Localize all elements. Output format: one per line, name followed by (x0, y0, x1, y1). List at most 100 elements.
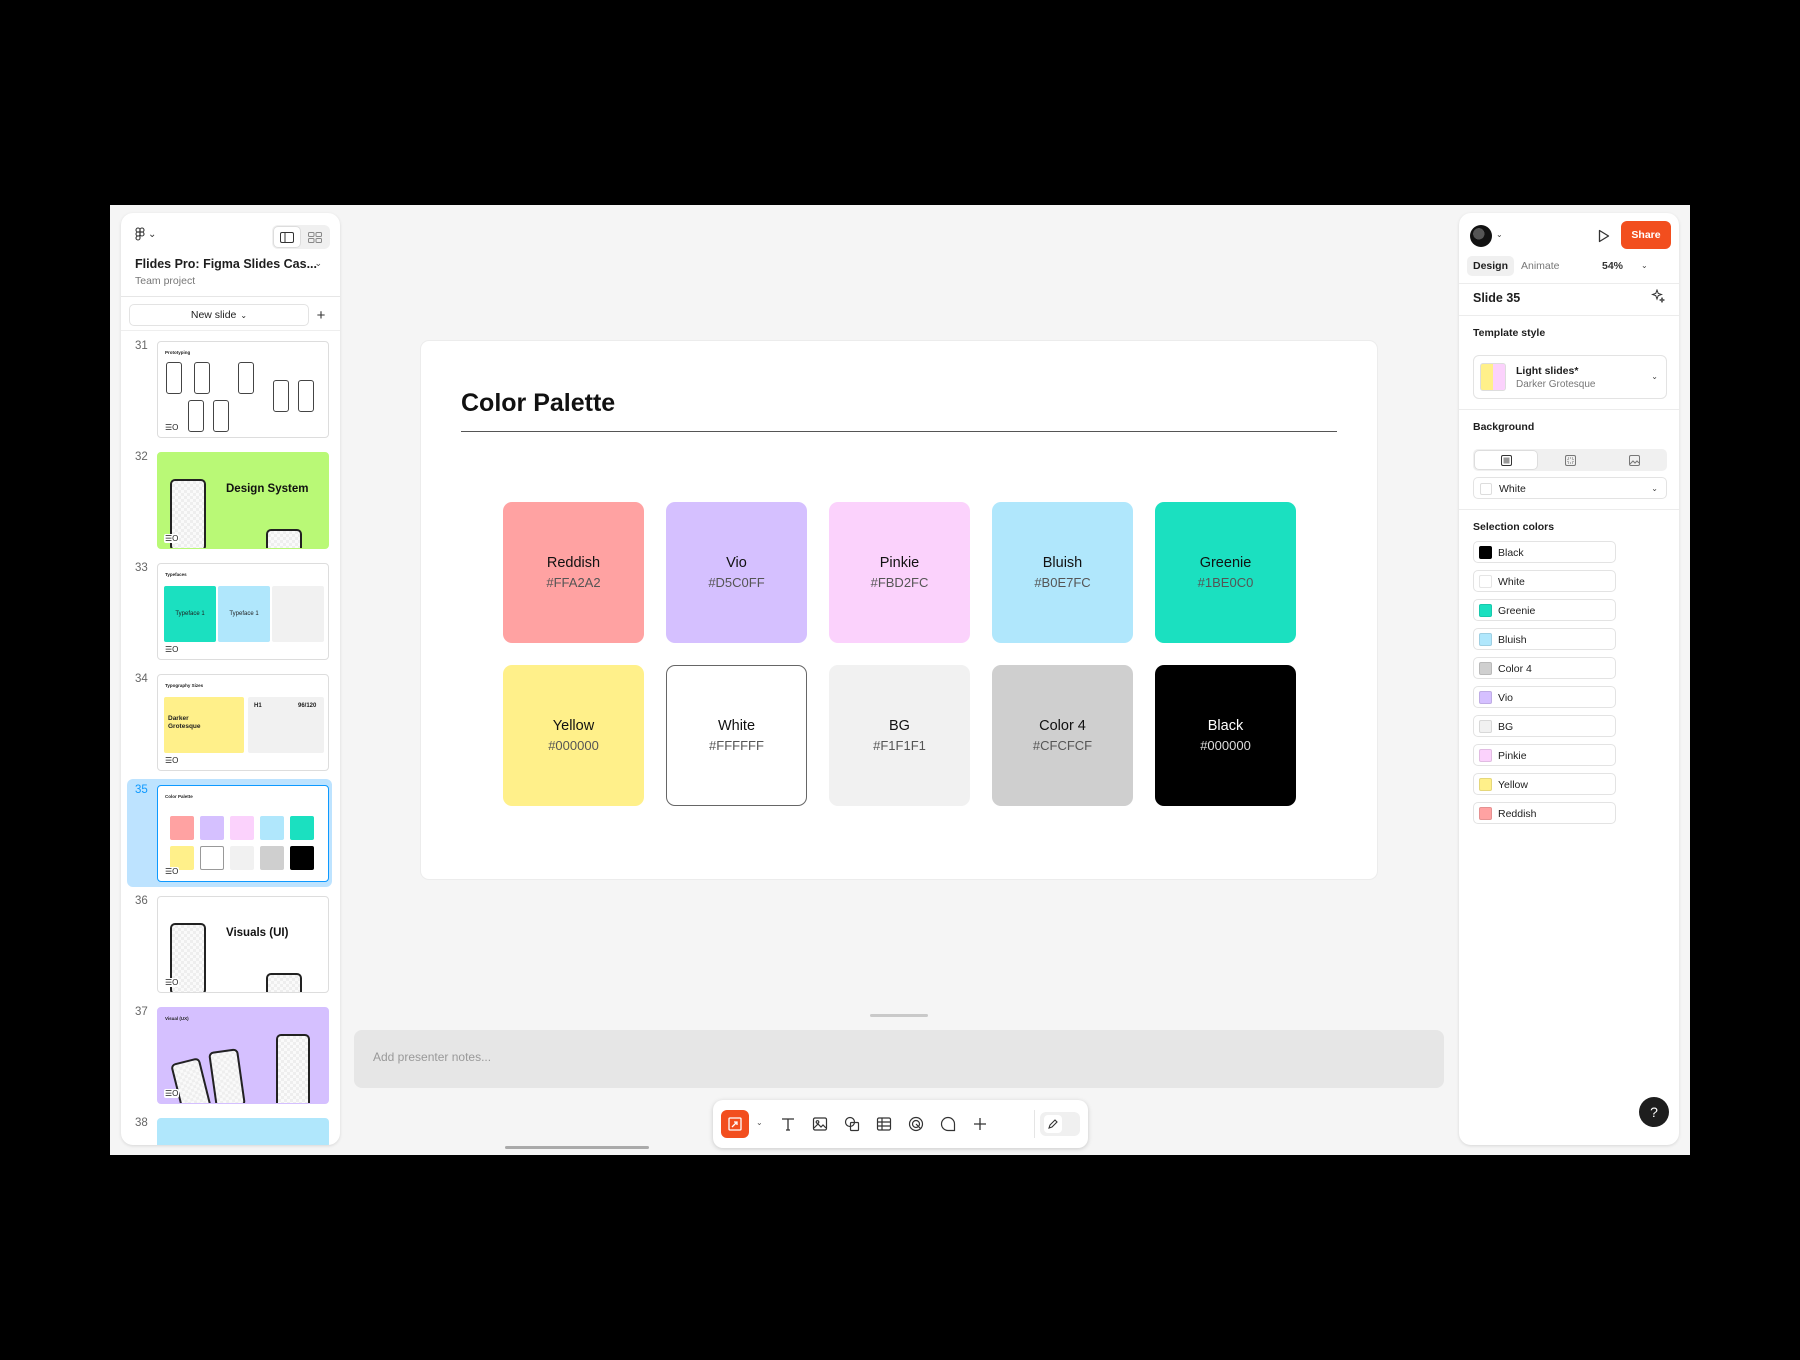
horizontal-scrollbar[interactable] (505, 1146, 649, 1149)
color-card-hex: #000000 (1200, 738, 1251, 753)
gradient-fill-icon[interactable] (1539, 451, 1601, 469)
selection-color-yellow[interactable]: Yellow (1473, 773, 1616, 795)
color-swatch[interactable] (1479, 807, 1492, 820)
chevron-down-icon[interactable]: ⌄ (756, 1118, 763, 1127)
interactive-tool-icon[interactable] (902, 1110, 930, 1138)
thumb-title: Visual (UX) (165, 1016, 189, 1021)
color-swatch[interactable] (1479, 604, 1492, 617)
color-swatch[interactable] (1479, 720, 1492, 733)
file-name[interactable]: Flides Pro: Figma Slides Cas... (135, 257, 317, 271)
chevron-down-icon: ⌄ (240, 310, 248, 320)
color-swatch[interactable] (1479, 546, 1492, 559)
draw-mode-toggle[interactable] (1040, 1112, 1080, 1136)
selection-color-bluish[interactable]: Bluish (1473, 628, 1616, 650)
slide-canvas[interactable]: Color Palette Reddish #FFA2A2 Vio #D5C0F… (421, 341, 1377, 879)
avatar[interactable] (1470, 225, 1492, 247)
selection-color-white[interactable]: White (1473, 570, 1616, 592)
color-card-yellow[interactable]: Yellow #000000 (503, 665, 644, 806)
tab-design[interactable]: Design (1467, 256, 1515, 276)
color-card-bg[interactable]: BG #F1F1F1 (829, 665, 970, 806)
color-card-pinkie[interactable]: Pinkie #FBD2FC (829, 502, 970, 643)
share-button[interactable]: Share (1621, 221, 1671, 249)
title-divider[interactable] (461, 431, 1337, 432)
color-card-bluish[interactable]: Bluish #B0E7FC (992, 502, 1133, 643)
divider (1459, 509, 1679, 510)
slide-thumbnail-38[interactable]: 38 (127, 1112, 332, 1145)
slide-thumbnail-33[interactable]: 33 Typefaces Typeface 1 Typeface 1 ☰O (127, 557, 332, 665)
present-play-icon[interactable] (1593, 225, 1615, 247)
color-card-black[interactable]: Black #000000 (1155, 665, 1296, 806)
color-swatch[interactable] (1479, 575, 1492, 588)
zoom-level[interactable]: 54% (1602, 260, 1623, 272)
color-card-reddish[interactable]: Reddish #FFA2A2 (503, 502, 644, 643)
right-panel: ⌄ Share Design Animate 54% ⌄ Slide 35 Te… (1459, 213, 1679, 1145)
selection-color-vio[interactable]: Vio (1473, 686, 1616, 708)
color-card-white[interactable]: White #FFFFFF (666, 665, 807, 806)
new-slide-button[interactable]: New slide ⌄ (129, 304, 309, 326)
template-font: Darker Grotesque (1516, 379, 1596, 390)
color-swatch[interactable] (1479, 691, 1492, 704)
selection-color-reddish[interactable]: Reddish (1473, 802, 1616, 824)
sparkle-icon[interactable] (1651, 288, 1666, 308)
slide-thumbnail-31[interactable]: 31 Prototyping ☰O (127, 337, 332, 443)
slide-thumbnail-35[interactable]: 35 Color Palette ☰O (127, 779, 332, 887)
slide-title[interactable]: Color Palette (461, 389, 615, 418)
image-fill-icon[interactable] (1603, 451, 1665, 469)
slide-number: 31 (135, 340, 148, 352)
notes-resize-handle[interactable] (870, 1014, 928, 1017)
chevron-down-icon[interactable]: ⌄ (1641, 261, 1648, 270)
main-menu-button[interactable]: ⌄ (135, 227, 156, 241)
table-tool-icon[interactable] (870, 1110, 898, 1138)
tab-animate[interactable]: Animate (1515, 256, 1566, 276)
presenter-notes[interactable]: Add presenter notes... (354, 1030, 1444, 1088)
selection-color-black[interactable]: Black (1473, 541, 1616, 563)
thumb-font-name: Darker Grotesque (168, 715, 201, 731)
color-card-vio[interactable]: Vio #D5C0FF (666, 502, 807, 643)
thumb-size: 96/120 (298, 703, 317, 709)
selection-color-bg[interactable]: BG (1473, 715, 1616, 737)
slide-thumbnail-32[interactable]: 32 Design System ☰O (127, 446, 332, 554)
solid-fill-icon[interactable] (1475, 451, 1537, 469)
color-swatch[interactable] (1479, 633, 1492, 646)
help-button[interactable]: ? (1639, 1097, 1669, 1127)
thumb-title: Color Palette (165, 794, 193, 799)
template-style-picker[interactable]: Light slides* Darker Grotesque ⌄ (1473, 355, 1667, 399)
color-swatch[interactable] (1479, 662, 1492, 675)
add-icon[interactable] (966, 1110, 994, 1138)
selection-color-pinkie[interactable]: Pinkie (1473, 744, 1616, 766)
bottom-toolbar: ⌄ (713, 1100, 1088, 1148)
color-swatch[interactable] (1479, 749, 1492, 762)
selection-color-greenie[interactable]: Greenie (1473, 599, 1616, 621)
pen-icon (1044, 1115, 1062, 1133)
color-swatch[interactable] (1479, 778, 1492, 791)
color-card-name: BG (889, 718, 910, 734)
thumb-title: Prototyping (165, 350, 191, 355)
slide-thumbnail-34[interactable]: 34 Typography Sizes Darker Grotesque H1 … (127, 668, 332, 776)
color-card-greenie[interactable]: Greenie #1BE0C0 (1155, 502, 1296, 643)
single-view-icon[interactable] (274, 227, 300, 247)
chevron-down-icon[interactable]: ⌄ (1496, 230, 1503, 239)
background-color-select[interactable]: White ⌄ (1473, 477, 1667, 499)
move-tool-icon[interactable] (721, 1110, 749, 1138)
add-slide-icon[interactable]: + (310, 304, 332, 326)
slide-number: 32 (135, 451, 148, 463)
slide-thumbnail-36[interactable]: 36 Visuals (UI) ☰O (127, 890, 332, 998)
text-tool-icon[interactable] (774, 1110, 802, 1138)
image-tool-icon[interactable] (806, 1110, 834, 1138)
shapes-tool-icon[interactable] (838, 1110, 866, 1138)
color-card-color-4[interactable]: Color 4 #CFCFCF (992, 665, 1133, 806)
template-style-heading: Template style (1473, 327, 1546, 339)
background-heading: Background (1473, 421, 1535, 433)
color-card-hex: #FFA2A2 (546, 575, 601, 590)
grid-view-icon[interactable] (302, 227, 328, 247)
selection-color-color-4[interactable]: Color 4 (1473, 657, 1616, 679)
new-slide-label: New slide (190, 309, 237, 321)
figma-slides-window: ⌄ Flides Pro: Figma Slides Cas... ⌄ Team… (110, 205, 1690, 1155)
slide-preview: Typefaces Typeface 1 Typeface 1 ☰O (157, 563, 329, 660)
slide-thumbnail-37[interactable]: 37 Visual (UX) ☰O (127, 1001, 332, 1109)
color-name: White (1498, 576, 1525, 588)
chevron-down-icon[interactable]: ⌄ (314, 258, 322, 269)
background-type-toggle (1473, 449, 1667, 471)
comments-badge-icon: ☰O (164, 645, 180, 654)
comment-tool-icon[interactable] (934, 1110, 962, 1138)
